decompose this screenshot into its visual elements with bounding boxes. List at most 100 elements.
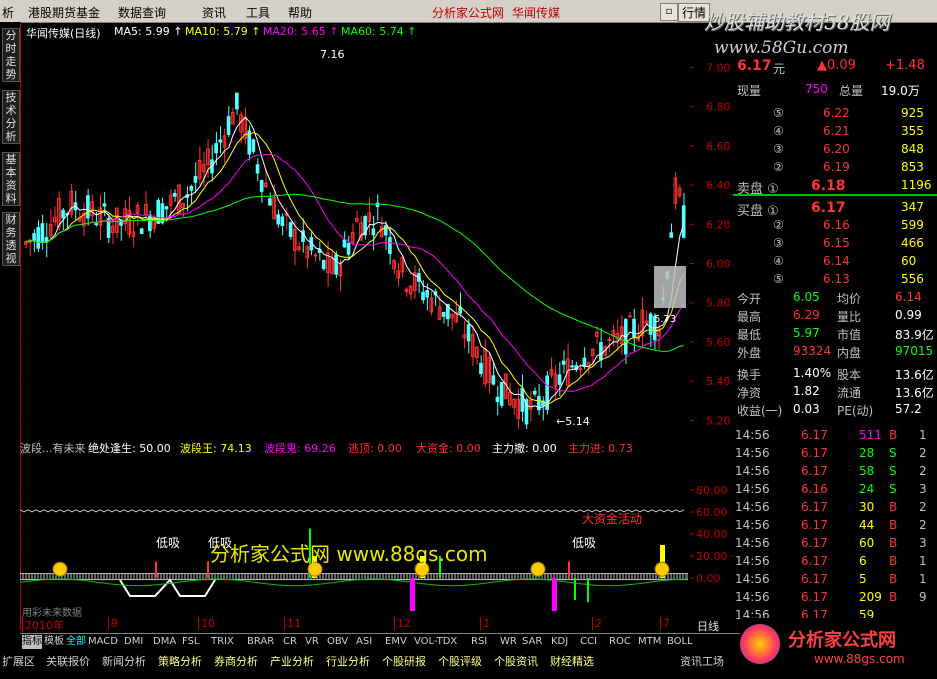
total-volume-label: 总量 [839,84,864,98]
tick-vol-2: 58 [859,464,875,478]
menu-item-data-query[interactable]: 数据查询 [118,4,166,21]
indicator-tab-roc[interactable]: ROC [609,635,631,649]
sell-level-0: ⑤ [773,106,784,120]
indicator-tab-fsl[interactable]: FSL [182,635,200,649]
ma-legend-item-2: MA10: 5.79 ↑ [185,25,261,38]
sell-price-4: 6.18 [811,178,846,194]
indicator-tab-vr[interactable]: VR [305,635,319,649]
indicator-tab-boll[interactable]: BOLL [667,635,693,649]
candle [375,202,380,208]
ext-tab-9[interactable]: 个股资讯 [494,653,538,669]
indicator-tab-dmi[interactable]: DMI [124,635,143,649]
stat-label2-0: 均价 [837,292,862,306]
tab-finance[interactable]: 财务透视 [2,212,20,266]
indicator-tab-mtm[interactable]: MTM [638,635,661,649]
indicator-tab-全部[interactable]: 全部 [66,635,86,649]
ext-tab-7[interactable]: 个股研报 [382,653,426,669]
ma60-line [26,193,685,352]
stat-label-2: 最低 [737,328,762,342]
tab-technical[interactable]: 技术分析 [2,90,20,144]
tick-time-7: 14:56 [735,554,770,568]
tick-side-2: S [889,464,897,478]
sell-vol-0: 925 [901,106,924,120]
indicator-tab-模板[interactable]: 模板 [44,635,64,649]
indicator-label-7: 主力进: 0.73 [568,442,633,455]
red-bar [568,561,570,578]
ext-tab-2[interactable]: 新闻分析 [102,653,146,669]
candle [321,260,326,270]
stat-label-6: 收益(一) [737,404,783,418]
candle [388,237,392,255]
ext-tab-5[interactable]: 产业分析 [270,653,314,669]
indicator-tab-emv[interactable]: EMV [385,635,407,649]
indicator-tab-vol-tdx[interactable]: VOL-TDX [414,635,457,649]
ext-tab-8[interactable]: 个股评级 [438,653,482,669]
stat-label-1: 最高 [737,310,762,324]
tick-side-7: B [889,554,898,568]
buy-price-0: 6.17 [811,200,846,216]
tick-side-1: S [889,446,897,460]
price-tick-label: 6.80 [706,101,731,114]
indicator-tab-sar[interactable]: SAR [522,635,542,649]
stat-label-0: 今开 [737,292,762,306]
buy-level-1: ② [773,218,784,232]
restore-icon[interactable]: ▫ [660,3,678,21]
site-logo: 分析家公式网 www.88gs.com [740,618,937,676]
indicator-tab-obv[interactable]: OBV [327,635,348,649]
smiley-icon [530,561,546,577]
ext-tab-3[interactable]: 策略分析 [158,653,202,669]
period-label[interactable]: 日线 [697,618,719,634]
annotation-2: 低吸 [572,536,596,550]
ext-tab-4[interactable]: 券商分析 [214,653,258,669]
candle [102,203,107,207]
indicator-tab-asi[interactable]: ASI [356,635,372,649]
candlestick-chart[interactable]: 7.16 ←5.14 5.73 [20,40,688,440]
menu-item-help[interactable]: 帮助 [288,4,312,21]
indicator-chart[interactable]: 低吸 低吸 低吸大资金活动 [20,456,688,616]
candle [421,291,425,301]
stat-value-0: 6.05 [793,290,820,304]
flower-logo-icon [740,624,780,664]
tick-time-9: 14:56 [735,590,770,604]
indicator-tab-rsi[interactable]: RSI [471,635,487,649]
ext-tab-0[interactable]: 扩展区 [2,653,35,669]
menu-item-tools[interactable]: 工具 [246,4,270,21]
indicator-tab-cr[interactable]: CR [283,635,297,649]
tab-fundamentals[interactable]: 基本资料 [2,152,20,206]
tab-intraday[interactable]: 分时走势 [2,28,20,82]
tick-vol-6: 60 [859,536,875,550]
candle [607,338,612,341]
watermark-url: www.58Gu.com [714,38,849,58]
volume-label: 现量 [737,84,762,98]
candle [40,223,45,243]
ext-tab-10[interactable]: 财经精选 [550,653,594,669]
logo-text: 分析家公式网 [788,630,896,651]
indicator-tab-cci[interactable]: CCI [580,635,597,649]
ext-tab-11[interactable]: 资讯工场 [680,653,724,669]
ext-tab-1[interactable]: 关联报价 [46,653,90,669]
candle [532,390,537,395]
indicator-tab-macd[interactable]: MACD [88,635,118,649]
ext-tab-6[interactable]: 行业分析 [326,653,370,669]
indicator-tab-brar[interactable]: BRAR [247,635,274,649]
menu-item-analysis[interactable]: 析 [2,4,14,21]
indicator-tab-dma[interactable]: DMA [153,635,176,649]
buy-level-4: ⑤ [773,272,784,286]
tick-time-2: 14:56 [735,464,770,478]
menu-item-hk-futures[interactable]: 港股期货基金 [28,4,100,21]
indicator-label-5: 大资金: 0.00 [416,442,481,455]
stat-label2-2: 市值 [837,328,862,342]
tick-time-6: 14:56 [735,536,770,550]
indicator-tab-wr[interactable]: WR [500,635,517,649]
indicator-tab-trix[interactable]: TRIX [211,635,234,649]
price-value: 6.17 [737,58,772,74]
stat-label-3: 外盘 [737,346,762,360]
candle [268,198,272,206]
candle [570,365,574,368]
menu-item-news[interactable]: 资讯 [202,4,226,21]
indicator-tab-指标[interactable]: 指标 [22,635,42,649]
tick-count-9: 9 [919,590,927,604]
candle [276,214,281,225]
smiley-icon [654,561,670,577]
indicator-tab-kdj[interactable]: KDJ [551,635,568,649]
